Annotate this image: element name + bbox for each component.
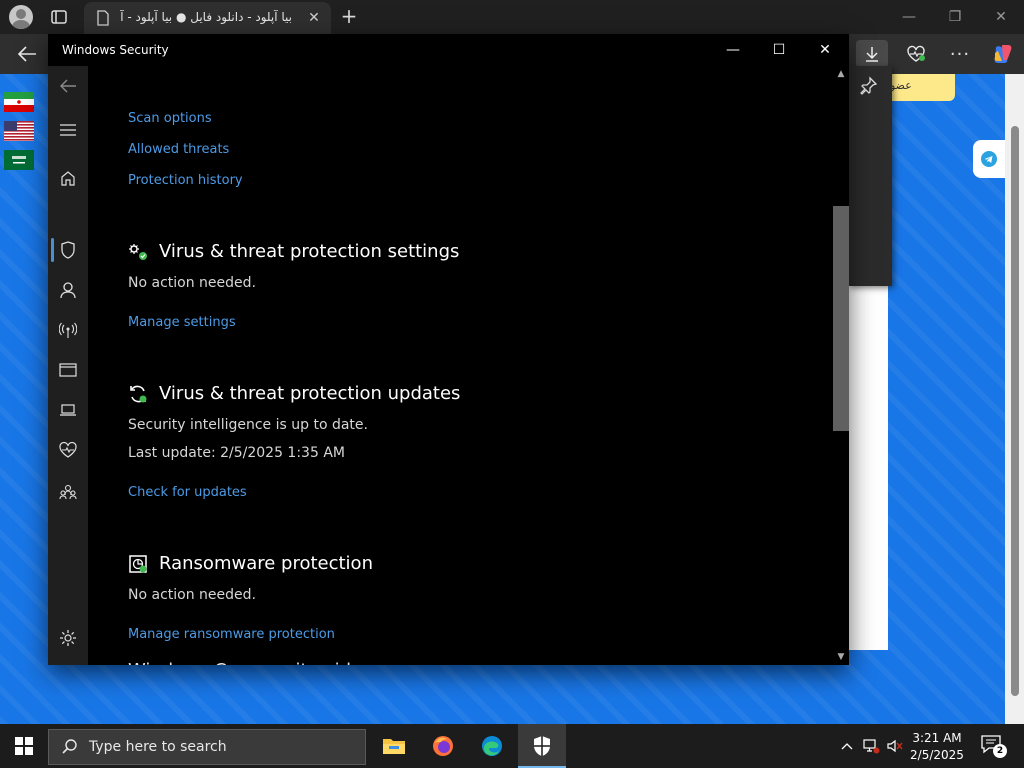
family-icon[interactable] xyxy=(56,480,80,504)
settings-heading: Virus & threat protection settings xyxy=(159,241,460,262)
new-tab-button[interactable]: + xyxy=(338,6,360,28)
taskbar: Type here to search 3:21 AM 2/5/2025 2 xyxy=(0,724,1024,768)
back-icon[interactable] xyxy=(56,74,80,98)
page-icon xyxy=(96,10,110,30)
manage-settings-link[interactable]: Manage settings xyxy=(128,315,236,330)
hamburger-icon[interactable] xyxy=(56,118,80,142)
ransomware-section-title: Ransomware protection xyxy=(128,553,373,574)
tab-actions-icon[interactable] xyxy=(48,6,70,28)
windows-security-window: Windows Security — ☐ ✕ Scan options Allo… xyxy=(48,34,849,665)
windows-security-taskbar-icon[interactable] xyxy=(518,724,566,768)
pin-icon[interactable] xyxy=(858,76,878,100)
download-flyout xyxy=(848,66,892,286)
scroll-down-icon[interactable]: ▼ xyxy=(836,652,846,662)
nav-selection-indicator xyxy=(51,238,54,262)
copilot-icon[interactable] xyxy=(986,40,1018,68)
refresh-icon xyxy=(130,385,147,402)
network-icon[interactable] xyxy=(860,724,882,768)
ws-navigation-rail xyxy=(48,66,88,665)
firefox-icon[interactable] xyxy=(419,724,467,768)
saudi-flag-icon[interactable] xyxy=(4,150,34,170)
file-explorer-icon[interactable] xyxy=(370,724,418,768)
ransomware-status: No action needed. xyxy=(128,587,256,603)
ws-minimize-button[interactable]: — xyxy=(710,34,756,66)
browser-tab-strip: بیا آپلود - دانلود فایل ● بیا آپلود - آپ… xyxy=(0,0,1024,34)
ws-scroll-thumb[interactable] xyxy=(833,206,849,431)
app-browser-icon[interactable] xyxy=(56,358,80,382)
browser-restore-button[interactable]: ❐ xyxy=(940,5,970,29)
clock-date: 2/5/2025 xyxy=(910,748,964,762)
ransomware-icon xyxy=(129,554,147,573)
firewall-icon[interactable] xyxy=(56,318,80,342)
ws-main-content: Scan options Allowed threats Protection … xyxy=(88,66,833,665)
more-menu-button[interactable]: ··· xyxy=(944,40,976,68)
check-for-updates-link[interactable]: Check for updates xyxy=(128,485,247,500)
tab-title: بیا آپلود - دانلود فایل ● بیا آپلود - آپ xyxy=(120,10,292,24)
manage-ransomware-link[interactable]: Manage ransomware protection xyxy=(128,627,335,642)
search-placeholder: Type here to search xyxy=(89,739,227,755)
tab-close-icon[interactable]: ✕ xyxy=(305,9,323,27)
settings-section-title: Virus & threat protection settings xyxy=(128,241,459,262)
edge-icon[interactable] xyxy=(468,724,516,768)
ws-window-title: Windows Security xyxy=(62,43,169,57)
telegram-icon xyxy=(981,151,997,167)
settings-icon[interactable] xyxy=(56,626,80,650)
updates-section-title: Virus & threat protection updates xyxy=(128,383,460,404)
browser-minimize-button[interactable]: — xyxy=(894,5,924,29)
device-security-icon[interactable] xyxy=(56,398,80,422)
show-hidden-icons[interactable] xyxy=(838,724,856,768)
taskbar-search-box[interactable]: Type here to search xyxy=(48,729,366,765)
last-update-text: Last update: 2/5/2025 1:35 AM xyxy=(128,445,345,461)
ws-title-bar[interactable]: Windows Security — ☐ ✕ xyxy=(48,34,849,66)
scroll-up-icon[interactable]: ▲ xyxy=(836,69,846,79)
page-scrollbar[interactable] xyxy=(1005,74,1024,724)
start-button[interactable] xyxy=(0,724,48,768)
ws-maximize-button[interactable]: ☐ xyxy=(756,34,802,66)
notification-count: 2 xyxy=(993,744,1007,758)
home-icon[interactable] xyxy=(56,166,80,190)
search-icon xyxy=(62,739,77,754)
gears-check-icon xyxy=(129,243,147,260)
notification-center-icon[interactable]: 2 xyxy=(980,734,1008,758)
telegram-button[interactable] xyxy=(973,140,1005,178)
iran-flag-icon[interactable] xyxy=(4,92,34,112)
windows-logo-icon xyxy=(15,737,33,755)
settings-status: No action needed. xyxy=(128,275,256,291)
profile-avatar[interactable] xyxy=(9,5,33,29)
browser-close-button[interactable]: ✕ xyxy=(986,5,1016,29)
updates-heading: Virus & threat protection updates xyxy=(159,383,461,404)
allowed-threats-link[interactable]: Allowed threats xyxy=(128,142,229,157)
clock[interactable]: 3:21 AM 2/5/2025 xyxy=(904,730,970,764)
health-icon[interactable] xyxy=(56,438,80,462)
browser-essentials-icon[interactable] xyxy=(900,40,932,68)
protection-history-link[interactable]: Protection history xyxy=(128,173,243,188)
clipped-next-heading: Windows Community videos xyxy=(128,660,383,665)
browser-back-icon[interactable] xyxy=(14,42,42,66)
account-icon[interactable] xyxy=(56,278,80,302)
ws-close-button[interactable]: ✕ xyxy=(802,34,848,66)
volume-icon[interactable] xyxy=(884,724,906,768)
ransomware-heading: Ransomware protection xyxy=(159,553,373,574)
clock-time: 3:21 AM xyxy=(912,731,962,745)
usa-flag-icon[interactable] xyxy=(4,121,34,141)
updates-status: Security intelligence is up to date. xyxy=(128,417,368,433)
ws-scrollbar[interactable]: ▲ ▼ xyxy=(833,66,849,665)
downloads-icon[interactable] xyxy=(856,40,888,68)
scan-options-link[interactable]: Scan options xyxy=(128,111,212,126)
language-flags xyxy=(4,92,34,179)
browser-tab[interactable]: بیا آپلود - دانلود فایل ● بیا آپلود - آپ… xyxy=(84,2,331,34)
shield-icon[interactable] xyxy=(56,238,80,262)
